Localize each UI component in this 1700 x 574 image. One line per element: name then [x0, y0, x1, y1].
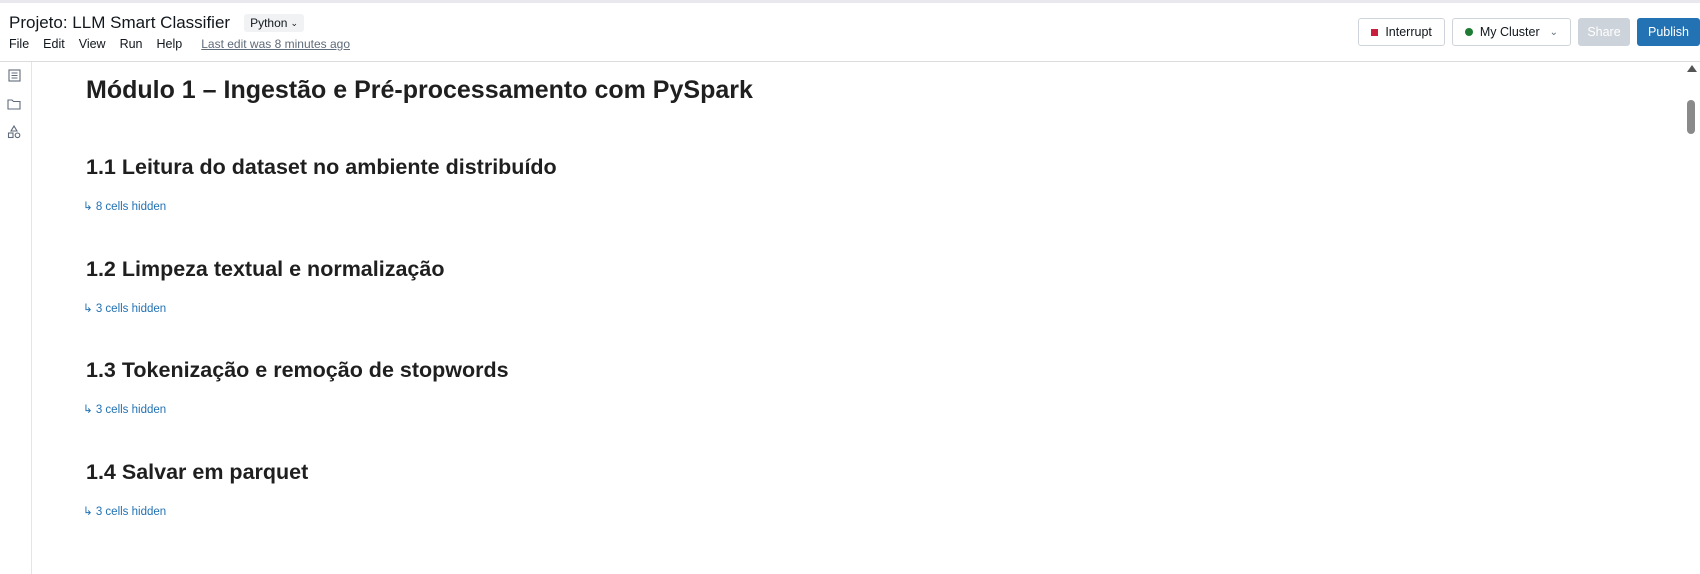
- shapes-icon[interactable]: [6, 124, 22, 140]
- hidden-cells-link[interactable]: ↳ 3 cells hidden: [83, 301, 166, 315]
- section-heading: 1.2 Limpeza textual e normalização: [86, 257, 445, 281]
- cluster-selector[interactable]: My Cluster ⌄: [1451, 18, 1571, 46]
- module-heading: Módulo 1 – Ingestão e Pré-processamento …: [86, 76, 753, 104]
- chevron-down-icon: ⌄: [1549, 26, 1558, 38]
- interrupt-label: Interrupt: [1385, 25, 1432, 39]
- notebook-content: Módulo 1 – Ingestão e Pré-processamento …: [32, 62, 1680, 574]
- scroll-up-arrow-icon[interactable]: [1687, 65, 1697, 72]
- notebook-title[interactable]: Projeto: LLM Smart Classifier: [9, 13, 230, 33]
- interrupt-button[interactable]: Interrupt: [1358, 18, 1445, 46]
- notebook-header: Projeto: LLM Smart Classifier Python ⌄ F…: [0, 3, 1700, 62]
- folder-icon[interactable]: [6, 96, 22, 112]
- toolbar-actions: Interrupt My Cluster ⌄ Share Publish: [1351, 18, 1700, 46]
- share-button[interactable]: Share: [1578, 18, 1630, 46]
- cluster-label: My Cluster: [1479, 25, 1540, 39]
- menu-help[interactable]: Help: [157, 37, 183, 51]
- stop-icon: [1371, 28, 1379, 36]
- section-heading: 1.4 Salvar em parquet: [86, 460, 309, 484]
- hidden-cells-link[interactable]: ↳ 3 cells hidden: [83, 504, 166, 518]
- share-label: Share: [1587, 25, 1621, 39]
- chevron-down-icon: ⌄: [290, 17, 298, 28]
- hidden-cells-link[interactable]: ↳ 3 cells hidden: [83, 402, 166, 416]
- section-heading: 1.1 Leitura do dataset no ambiente distr…: [86, 155, 557, 179]
- vertical-scrollbar[interactable]: [1683, 62, 1700, 574]
- last-edit-link[interactable]: Last edit was 8 minutes ago: [201, 37, 350, 51]
- cluster-status-icon: [1464, 28, 1473, 36]
- publish-button[interactable]: Publish: [1637, 18, 1700, 46]
- menu-run[interactable]: Run: [120, 37, 143, 51]
- hidden-cells-link[interactable]: ↳ 8 cells hidden: [83, 199, 166, 213]
- scrollbar-thumb[interactable]: [1687, 100, 1695, 134]
- menu-view[interactable]: View: [79, 37, 106, 51]
- menu-edit[interactable]: Edit: [43, 37, 65, 51]
- publish-label: Publish: [1648, 25, 1689, 39]
- section-heading: 1.3 Tokenização e remoção de stopwords: [86, 358, 509, 382]
- language-label: Python: [250, 16, 288, 30]
- language-selector[interactable]: Python ⌄: [244, 14, 304, 32]
- table-of-contents-icon[interactable]: [6, 67, 22, 83]
- left-sidebar: [0, 62, 32, 574]
- menu-file[interactable]: File: [9, 37, 29, 51]
- menu-bar: File Edit View Run Help Last edit was 8 …: [9, 37, 350, 51]
- title-row: Projeto: LLM Smart Classifier Python ⌄: [9, 13, 304, 33]
